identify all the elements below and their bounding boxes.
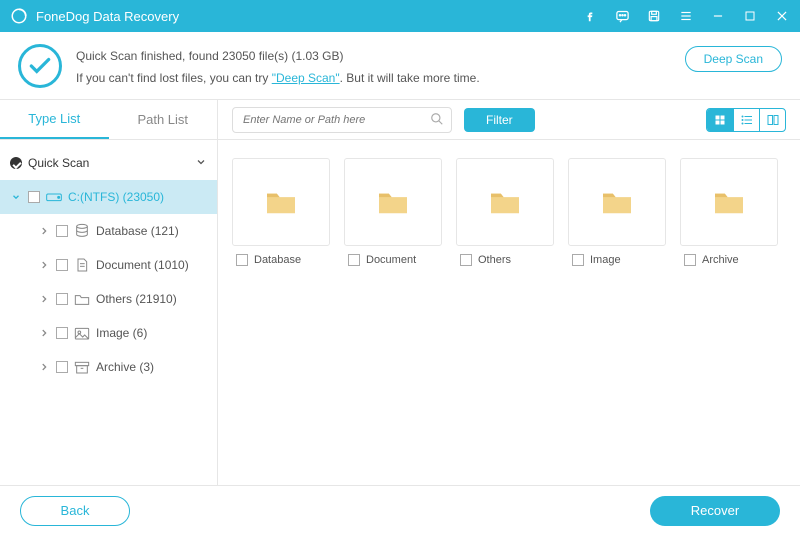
search-input[interactable] [232,107,452,133]
folder-label-text: Others [478,254,511,266]
folder-label-text: Image [590,254,621,266]
tab-path-list[interactable]: Path List [109,100,218,139]
drive-icon [46,190,62,204]
tree-node-archive[interactable]: Archive (3) [0,350,217,384]
view-grid-button[interactable] [707,109,733,131]
checkbox[interactable] [56,327,68,339]
checkbox[interactable] [460,254,472,266]
tree-label: Document (1010) [96,258,189,272]
tree-label: Others (21910) [96,292,177,306]
folder-card-document[interactable]: Document [344,158,442,266]
app-title: FoneDog Data Recovery [36,9,582,24]
status-line1-mid: file(s) [255,49,291,63]
tree-label: Image (6) [96,326,147,340]
status-line2-prefix: If you can't find lost files, you can tr… [76,71,272,85]
checkbox[interactable] [348,254,360,266]
folder-card-database[interactable]: Database [232,158,330,266]
tree-label: Archive (3) [96,360,154,374]
status-text: Quick Scan finished, found 23050 file(s)… [76,44,685,89]
minimize-icon[interactable] [710,8,726,24]
folder-card-others[interactable]: Others [456,158,554,266]
folder-thumb [680,158,778,246]
chevron-right-icon[interactable] [38,260,50,270]
chevron-down-icon[interactable] [10,192,22,202]
checkbox[interactable] [572,254,584,266]
checkbox[interactable] [56,225,68,237]
tree-label: Quick Scan [28,156,89,170]
folder-label-text: Database [254,254,301,266]
chevron-down-icon[interactable] [195,155,207,171]
bullet-icon [10,157,22,169]
checkmark-icon [18,44,62,88]
menu-icon[interactable] [678,8,694,24]
image-icon [74,326,90,340]
back-button[interactable]: Back [20,496,130,526]
maximize-icon[interactable] [742,8,758,24]
sidebar: Type List Path List Quick Scan C:(NTFS) … [0,100,218,485]
deep-scan-link[interactable]: "Deep Scan" [272,71,340,85]
status-line2-suffix: . But it will take more time. [340,71,480,85]
search-icon[interactable] [430,112,444,131]
tree-node-quick-scan[interactable]: Quick Scan [0,146,217,180]
filter-button[interactable]: Filter [464,108,535,132]
checkbox[interactable] [236,254,248,266]
titlebar-actions [582,8,790,24]
status-line1-prefix: Quick Scan finished, found [76,49,222,63]
folder-thumb [344,158,442,246]
feedback-icon[interactable] [614,8,630,24]
view-toggle [706,108,786,132]
view-list-button[interactable] [733,109,759,131]
main-area: Type List Path List Quick Scan C:(NTFS) … [0,100,800,485]
checkbox[interactable] [56,259,68,271]
save-icon[interactable] [646,8,662,24]
folder-thumb [568,158,666,246]
archive-icon [74,360,90,374]
chevron-right-icon[interactable] [38,294,50,304]
folder-thumb [456,158,554,246]
app-logo-icon [10,7,28,25]
sidebar-tabs: Type List Path List [0,100,217,140]
footer: Back Recover [0,485,800,535]
chevron-right-icon[interactable] [38,362,50,372]
tree-label: Database (121) [96,224,179,238]
titlebar: FoneDog Data Recovery [0,0,800,32]
chevron-right-icon[interactable] [38,328,50,338]
checkbox[interactable] [684,254,696,266]
folder-grid: Database Document Others Image Archive [218,140,800,284]
folder-label-text: Document [366,254,416,266]
status-file-count: 23050 [222,49,255,63]
facebook-icon[interactable] [582,8,598,24]
deep-scan-button[interactable]: Deep Scan [685,46,782,72]
content-area: Filter Database Document Others [218,100,800,485]
sidebar-tree: Quick Scan C:(NTFS) (23050) Database (12… [0,140,217,390]
recover-button[interactable]: Recover [650,496,780,526]
close-icon[interactable] [774,8,790,24]
document-icon [74,258,90,272]
search-box [232,107,452,133]
status-panel: Quick Scan finished, found 23050 file(s)… [0,32,800,100]
status-size: (1.03 GB) [291,49,343,63]
chevron-right-icon[interactable] [38,226,50,236]
tree-node-image[interactable]: Image (6) [0,316,217,350]
folder-card-image[interactable]: Image [568,158,666,266]
folder-card-archive[interactable]: Archive [680,158,778,266]
content-toolbar: Filter [218,100,800,140]
tree-node-database[interactable]: Database (121) [0,214,217,248]
checkbox[interactable] [56,361,68,373]
tree-node-others[interactable]: Others (21910) [0,282,217,316]
checkbox[interactable] [28,191,40,203]
tree-node-document[interactable]: Document (1010) [0,248,217,282]
folder-icon [74,292,90,306]
tree-label: C:(NTFS) (23050) [68,190,164,204]
tree-node-drive[interactable]: C:(NTFS) (23050) [0,180,217,214]
folder-thumb [232,158,330,246]
database-icon [74,224,90,238]
view-preview-button[interactable] [759,109,785,131]
folder-label-text: Archive [702,254,739,266]
tab-type-list[interactable]: Type List [0,100,109,139]
checkbox[interactable] [56,293,68,305]
